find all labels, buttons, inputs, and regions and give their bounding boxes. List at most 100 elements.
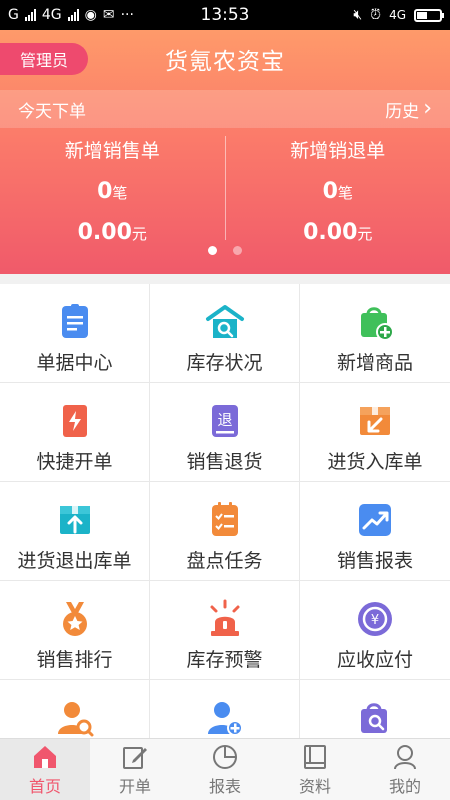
- grid-item-label: 销售排行: [36, 649, 113, 671]
- grid-item-stock-alert[interactable]: 库存预警: [150, 581, 300, 680]
- svg-text:退: 退: [217, 411, 232, 429]
- box-out-icon: [59, 506, 90, 534]
- card-title: 新增销退单: [290, 140, 386, 162]
- tab-reports[interactable]: 报表: [180, 739, 270, 800]
- card-amount: 0.00元: [226, 220, 450, 245]
- tab-label: 资料: [298, 776, 331, 796]
- mute-icon: 🔇︎: [353, 7, 363, 23]
- grid-item-label: 应收应付: [336, 649, 413, 671]
- card-amount: 0.00元: [0, 220, 225, 245]
- card-count: 0笔: [0, 179, 225, 204]
- network-label: 4G: [41, 7, 62, 23]
- bag-add-icon: [361, 307, 394, 341]
- history-link[interactable]: 历史 ›: [385, 97, 432, 122]
- grid-item-purchase-out[interactable]: 进货退出库单: [0, 482, 150, 581]
- grid-item-documents[interactable]: 单据中心: [0, 284, 150, 383]
- checklist-icon: [211, 502, 238, 536]
- signal-icon-2: [67, 9, 79, 21]
- quick-order-icon: [62, 405, 87, 437]
- grid-item-label: 单据中心: [36, 352, 113, 374]
- alarm-light-icon: [210, 599, 239, 636]
- battery-icon: [414, 8, 444, 22]
- right-network-label: 4G: [389, 8, 406, 22]
- page-dot[interactable]: [233, 246, 242, 255]
- carrier-label: G: [8, 7, 19, 23]
- grid-item-purchase-in[interactable]: 进货入库单: [300, 383, 450, 482]
- status-left: G 4G ◉ ✉ ···: [8, 7, 353, 23]
- summary-cards[interactable]: 新增销售单 0笔 0.00元 新增销退单 0笔 0.00元: [0, 128, 450, 248]
- count-unit: 笔: [112, 184, 128, 202]
- book-icon: [304, 744, 326, 769]
- page-dot-active[interactable]: [208, 246, 217, 255]
- top-bar: 管理员 货氪农资宝: [0, 30, 450, 90]
- grid-item-label: 盘点任务: [186, 550, 263, 572]
- page-indicator: [0, 246, 450, 255]
- card-title: 新增销售单: [64, 140, 160, 162]
- tab-label: 首页: [28, 776, 61, 796]
- svg-text:¥: ¥: [371, 613, 379, 628]
- grid-item-label: 新增商品: [336, 352, 413, 374]
- pie-chart-icon: [213, 744, 237, 769]
- new-returns-card[interactable]: 新增销退单 0笔 0.00元: [226, 128, 450, 248]
- grid-item-quick-order[interactable]: 快捷开单: [0, 383, 150, 482]
- chevron-right-icon: ›: [423, 96, 432, 121]
- app-title: 货氪农资宝: [165, 49, 285, 75]
- bag-search-icon: [361, 703, 387, 733]
- tab-home[interactable]: 首页: [0, 739, 90, 800]
- status-bar: G 4G ◉ ✉ ··· 13:53 🔇︎ ⏰︎ 4G: [0, 0, 450, 30]
- grid-item-sales-ranking[interactable]: 销售排行: [0, 581, 150, 680]
- document-icon: [61, 304, 88, 338]
- grid-item-new-product[interactable]: 新增商品: [300, 284, 450, 383]
- today-orders-row: 今天下单 历史 ›: [0, 90, 450, 128]
- tab-order[interactable]: 开单: [90, 739, 180, 800]
- new-sales-card[interactable]: 新增销售单 0笔 0.00元: [0, 128, 225, 248]
- profile-icon: [394, 744, 416, 769]
- count-value: 0: [322, 179, 338, 204]
- wechat-icon: ✉: [102, 7, 115, 23]
- edit-icon: [123, 746, 147, 769]
- grid-item-label: 库存预警: [186, 649, 263, 671]
- return-icon: 退: [211, 405, 238, 437]
- amount-value: 0.00: [303, 220, 358, 245]
- grid-item-inventory[interactable]: 库存状况: [150, 284, 300, 383]
- user-search-icon: [57, 702, 93, 737]
- card-count: 0笔: [226, 179, 450, 204]
- weibo-icon: ◉: [84, 7, 97, 23]
- tab-profile[interactable]: 我的: [360, 739, 450, 800]
- today-orders-label: 今天下单: [18, 101, 86, 122]
- grid-item-label: 库存状况: [186, 352, 263, 374]
- grid-item-label: 进货入库单: [327, 451, 423, 473]
- grid-item-stocktake[interactable]: 盘点任务: [150, 482, 300, 581]
- grid-item-sales-report[interactable]: 销售报表: [300, 482, 450, 581]
- box-in-icon: [360, 407, 390, 435]
- yen-circle-icon: ¥: [358, 602, 392, 636]
- warehouse-icon: [205, 305, 244, 338]
- trend-chart-icon: [359, 504, 391, 536]
- amount-unit: 元: [357, 225, 373, 243]
- signal-icon: [24, 9, 36, 21]
- home-icon: [34, 745, 56, 768]
- tab-label: 开单: [118, 776, 151, 796]
- grid-item-label: 销售报表: [336, 550, 413, 572]
- alarm-icon: ⏰︎: [370, 7, 382, 23]
- bottom-tab-bar: 首页 开单 报表 资料 我的: [0, 738, 450, 800]
- function-grid: 单据中心 库存状况 新增商品 快捷开单 退 销售退货 进货入库单 进货退出库单 …: [0, 284, 450, 779]
- count-unit: 笔: [337, 184, 353, 202]
- grid-item-label: 销售退货: [186, 451, 263, 473]
- grid-item-receivables[interactable]: ¥ 应收应付: [300, 581, 450, 680]
- status-right: 🔇︎ ⏰︎ 4G: [353, 7, 444, 23]
- more-dots: ···: [120, 7, 134, 23]
- grid-item-label: 进货退出库单: [17, 550, 132, 572]
- history-label: 历史: [385, 101, 420, 122]
- grid-item-label: 快捷开单: [36, 451, 113, 473]
- amount-unit: 元: [131, 225, 147, 243]
- grid-item-sales-return[interactable]: 退 销售退货: [150, 383, 300, 482]
- header-banner: 管理员 货氪农资宝 今天下单 历史 › 新增销售单 0笔 0.00元 新增销退单…: [0, 30, 450, 274]
- tab-data[interactable]: 资料: [270, 739, 360, 800]
- amount-value: 0.00: [77, 220, 132, 245]
- user-add-icon: [207, 702, 243, 736]
- tab-label: 我的: [388, 776, 421, 796]
- count-value: 0: [97, 179, 113, 204]
- medal-icon: [62, 602, 87, 636]
- tab-label: 报表: [208, 776, 241, 796]
